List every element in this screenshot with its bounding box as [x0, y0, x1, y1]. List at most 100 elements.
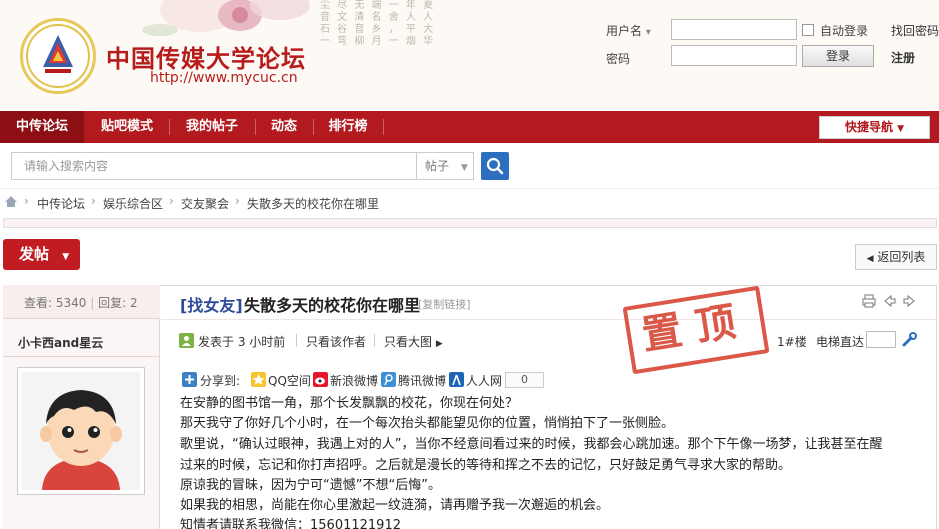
breadcrumb-current: 失散多天的校花你在哪里: [247, 197, 380, 211]
back-to-list-label: 返回列表: [877, 250, 926, 264]
username-label-text: 用户名: [606, 24, 643, 38]
site-url[interactable]: http://www.mycuc.cn: [150, 70, 298, 86]
username-input[interactable]: [671, 19, 797, 40]
previous-thread-icon[interactable]: [883, 294, 897, 308]
chevron-down-icon: ▾: [645, 27, 651, 38]
quick-nav-button[interactable]: 快捷导航 ▼: [819, 116, 930, 139]
share-sina[interactable]: 新浪微博: [330, 372, 378, 389]
decorative-divider: [3, 218, 937, 228]
meta-divider: [296, 334, 297, 347]
replies-count: 2: [130, 296, 138, 310]
calligraphy-decoration: 尘 尽 无 端 一 年 夏 音 文 清 名 舍 人 人 石 谷 音 乡 ， 平 …: [320, 0, 435, 48]
username-label[interactable]: 用户名 ▾: [606, 22, 651, 39]
logo-emblem-icon: [26, 24, 90, 88]
copy-link-button[interactable]: [复制链接]: [418, 296, 471, 312]
share-qzone[interactable]: QQ空间: [268, 372, 311, 389]
post-body-line: 在安静的图书馆一角，那个长发飘飘的校花，你现在何处？: [180, 396, 519, 411]
main-nav: 中传论坛 贴吧模式 我的帖子 动态 排行榜: [0, 111, 939, 143]
auto-login-label: 自动登录: [820, 24, 869, 38]
renren-icon[interactable]: [449, 372, 464, 387]
auto-login-checkbox[interactable]: [802, 24, 814, 36]
floor-number: 1#楼: [777, 335, 807, 349]
calligraphy-line: 一 弯 柳 月 一 烟 华: [320, 36, 436, 47]
post-time: 发表于 3 小时前: [198, 335, 286, 349]
views-count: 5340: [55, 296, 87, 310]
nav-item-activity[interactable]: 动态: [256, 111, 312, 143]
floor-jump-label: 电梯直达: [816, 335, 865, 349]
big-image-link[interactable]: 只看大图 ▶: [384, 333, 443, 350]
avatar-cartoon-icon: [22, 372, 140, 490]
calligraphy-line: 石 谷 音 乡 ， 平 大: [320, 24, 436, 35]
share-renren[interactable]: 人人网: [466, 372, 502, 389]
login-button[interactable]: 登录: [802, 45, 874, 67]
qzone-icon[interactable]: [251, 372, 266, 387]
thread-tag[interactable]: [找女友]: [180, 292, 243, 316]
tencent-weibo-icon[interactable]: [381, 372, 396, 387]
next-thread-icon[interactable]: [902, 294, 916, 308]
wrench-icon[interactable]: [902, 332, 917, 347]
replies-label: 回复:: [98, 296, 127, 310]
site-title[interactable]: 中国传媒大学论坛: [106, 39, 306, 74]
calligraphy-line: 尘 尽 无 端 一 年 夏: [320, 0, 436, 11]
post-body-line: 过来的时候，忘记和你打声招呼。之后就是漫长的等待和挥之不去的记忆，只好鼓足勇气寻…: [180, 458, 792, 473]
nav-item-tieba[interactable]: 贴吧模式: [86, 111, 168, 143]
breadcrumb-separator: ›: [169, 194, 174, 208]
new-post-label: 发帖: [19, 245, 50, 263]
thread-title: 失散多天的校花你在哪里: [244, 296, 421, 315]
nav-item-home[interactable]: 中传论坛: [0, 111, 84, 143]
author-name[interactable]: 小卡西and星云: [18, 334, 103, 351]
breadcrumb-item[interactable]: 娱乐综合区: [103, 195, 163, 212]
search-input[interactable]: 请输入搜索内容: [11, 152, 416, 180]
breadcrumb-item[interactable]: 交友聚会: [181, 195, 229, 212]
meta-divider: [374, 334, 375, 347]
post-body-line: 知情者请联系我微信：15601121912: [180, 518, 401, 529]
breadcrumb-separator: ›: [235, 194, 240, 208]
breadcrumb-separator: ›: [24, 194, 29, 208]
views-label: 查看:: [24, 296, 53, 310]
chevron-left-icon: ◀: [866, 254, 874, 264]
home-icon[interactable]: [4, 195, 18, 208]
new-post-button[interactable]: 发帖 ▼: [3, 239, 80, 270]
only-author-link[interactable]: 只看该作者: [306, 333, 366, 350]
register-link[interactable]: 注册: [891, 49, 915, 66]
thread-stats-text: 查看: 5340 | 回复: 2: [24, 294, 138, 311]
search-type-value: 帖子: [425, 159, 450, 173]
search-button[interactable]: [481, 152, 509, 180]
site-header: 尘 尽 无 端 一 年 夏 音 文 清 名 舍 人 人 石 谷 音 乡 ， 平 …: [0, 0, 939, 110]
search-type-select[interactable]: 帖子 ▼: [416, 152, 474, 180]
share-label: 分享到:: [200, 374, 241, 388]
post-body-line: 那天我守了你好几个小时，在一个每次抬头都能望见你的位置，悄悄拍下了一张侧脸。: [180, 416, 675, 431]
author-online-icon: [179, 333, 194, 348]
search-icon: [486, 157, 504, 175]
big-image-label: 只看大图: [384, 335, 433, 349]
back-to-list-button[interactable]: ◀ 返回列表: [855, 244, 937, 270]
breadcrumb-item[interactable]: 中传论坛: [37, 195, 85, 212]
password-input[interactable]: [671, 45, 797, 66]
share-tencent[interactable]: 腾讯微博: [398, 372, 446, 389]
sina-weibo-icon[interactable]: [313, 372, 328, 387]
stats-divider: |: [90, 296, 95, 310]
share-plus-icon: [182, 372, 197, 387]
nav-divider: [383, 119, 384, 135]
password-label: 密码: [606, 52, 631, 66]
avatar[interactable]: [17, 367, 145, 495]
caret-down-icon: ▼: [62, 252, 70, 262]
calligraphy-line: 音 文 清 名 舍 人 人: [320, 12, 436, 23]
chevron-down-icon: ▼: [460, 163, 468, 173]
quick-nav-label: 快捷导航: [844, 120, 893, 134]
nav-item-my-posts[interactable]: 我的帖子: [170, 111, 254, 143]
nav-item-ranking[interactable]: 排行榜: [314, 111, 382, 143]
post-body-line: 原谅我的冒昧，因为宁可“遗憾”不想“后悔”。: [180, 478, 441, 493]
post-body-line: 如果我的相思，尚能在你心里激起一纹涟漪，请再赠予我一次邂逅的机会。: [180, 498, 610, 513]
author-divider: [3, 356, 160, 357]
site-logo[interactable]: [20, 18, 96, 94]
breadcrumb-separator: ›: [91, 194, 96, 208]
caret-right-icon: ▶: [435, 339, 443, 349]
title-divider: [161, 319, 937, 320]
share-count-badge: 0: [505, 372, 544, 388]
forgot-password-link[interactable]: 找回密码: [891, 22, 939, 39]
floor-jump-input[interactable]: [866, 331, 896, 348]
caret-down-icon: ▼: [897, 124, 905, 134]
post-body-line: 歌里说，“确认过眼神，我遇上对的人”，当你不经意间看过来的时候，我都会心跳加速。…: [180, 437, 883, 452]
print-icon[interactable]: [862, 294, 876, 308]
